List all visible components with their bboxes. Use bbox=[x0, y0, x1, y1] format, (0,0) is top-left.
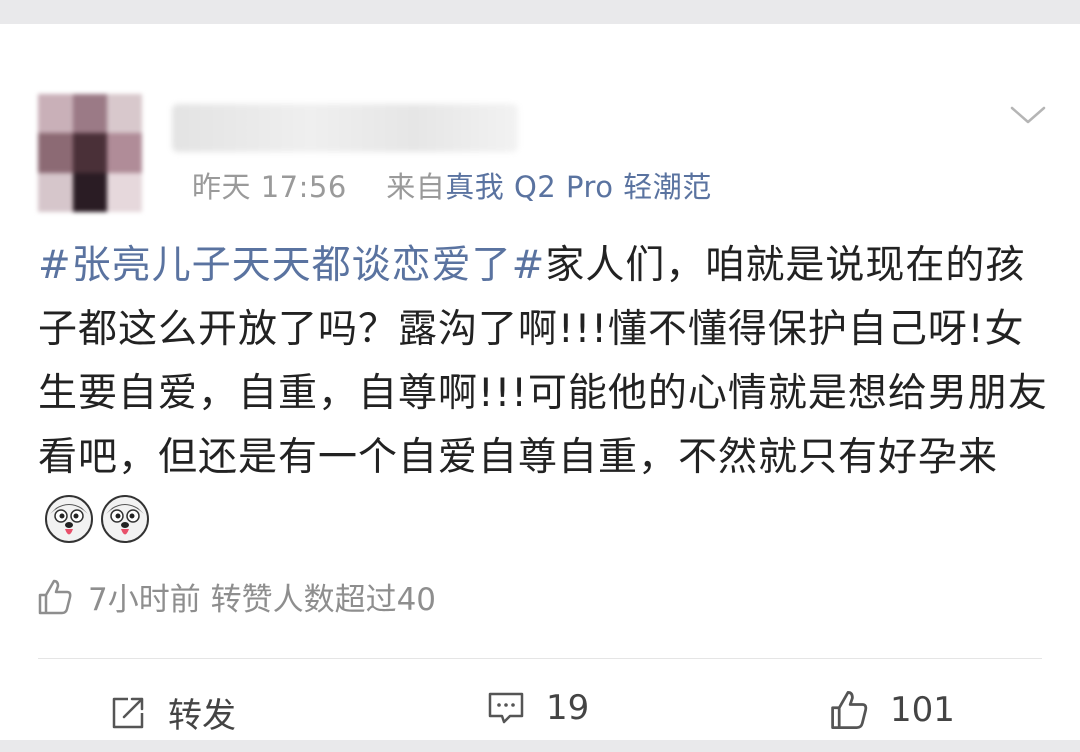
husky-emoji bbox=[101, 495, 149, 543]
comment-count: 19 bbox=[546, 688, 590, 728]
chevron-down-icon[interactable] bbox=[1008, 100, 1048, 130]
like-summary-text: 7小时前 转赞人数超过40 bbox=[88, 582, 437, 618]
source-prefix: 来自 bbox=[386, 170, 446, 204]
post-content: #张亮儿子天天都谈恋爱了#家人们，咱就是说现在的孩子都这么开放了吗？露沟了啊!!… bbox=[38, 234, 1048, 554]
divider bbox=[38, 658, 1042, 659]
thumb-up-icon bbox=[831, 691, 868, 729]
username-blurred[interactable] bbox=[172, 104, 518, 152]
post-timestamp: 昨天 17:56 bbox=[192, 170, 347, 204]
like-count: 101 bbox=[890, 690, 955, 730]
repost-icon bbox=[112, 697, 144, 728]
device-link[interactable]: 真我 Q2 Pro 轻潮范 bbox=[445, 170, 711, 204]
thumb-up-icon bbox=[38, 579, 72, 614]
hashtag-link[interactable]: #张亮儿子天天都谈恋爱了# bbox=[38, 243, 545, 288]
action-bar: 转发 19 101 bbox=[0, 674, 1080, 744]
husky-emoji bbox=[45, 495, 93, 543]
like-button[interactable]: 101 bbox=[826, 688, 955, 732]
comment-icon bbox=[488, 692, 524, 724]
weibo-post-card: 昨天 17:56 来自真我 Q2 Pro 轻潮范 #张亮儿子天天都谈恋爱了#家人… bbox=[0, 24, 1080, 740]
post-meta: 昨天 17:56 来自真我 Q2 Pro 轻潮范 bbox=[192, 164, 712, 206]
comment-button[interactable]: 19 bbox=[486, 688, 589, 728]
avatar[interactable] bbox=[38, 94, 142, 212]
repost-button[interactable]: 转发 bbox=[108, 688, 236, 737]
like-summary: 7小时前 转赞人数超过40 bbox=[34, 574, 436, 619]
repost-label: 转发 bbox=[168, 696, 236, 736]
